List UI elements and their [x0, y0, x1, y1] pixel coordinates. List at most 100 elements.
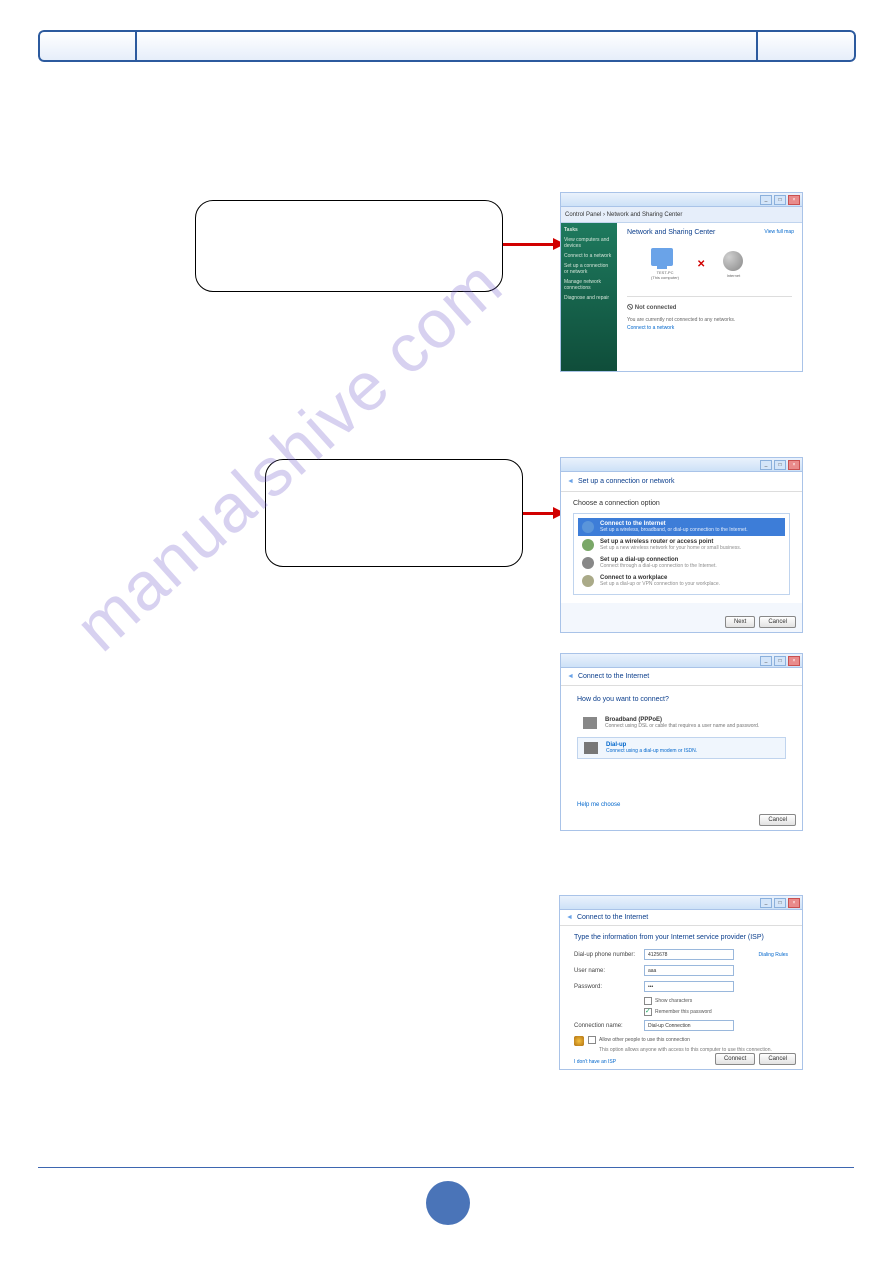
- close-button[interactable]: ×: [788, 460, 800, 470]
- input-password[interactable]: •••: [644, 981, 734, 992]
- maximize-button[interactable]: □: [774, 195, 786, 205]
- maximize-button[interactable]: □: [774, 656, 786, 666]
- option-desc: Set up a new wireless network for your h…: [600, 545, 741, 551]
- network-map: TEST-PC (This computer) ✕ Internet: [651, 248, 792, 280]
- close-button[interactable]: ×: [788, 195, 800, 205]
- back-icon[interactable]: ◄: [567, 478, 574, 485]
- view-full-map-link[interactable]: View full map: [764, 229, 794, 235]
- option-wireless-router[interactable]: Set up a wireless router or access point…: [578, 536, 785, 554]
- checkbox-remember[interactable]: [644, 1008, 652, 1016]
- phone-icon: [584, 742, 598, 754]
- wizard-title: Set up a connection or network: [578, 478, 675, 485]
- cancel-button[interactable]: Cancel: [759, 616, 796, 628]
- sidebar-link-setup-connection[interactable]: Set up a connection or network: [564, 263, 614, 275]
- option-dialup[interactable]: Dial-upConnect using a dial-up modem or …: [577, 737, 786, 759]
- checkbox-show-chars[interactable]: [644, 997, 652, 1005]
- titlebar: _ □ ×: [560, 896, 802, 910]
- input-conn-name[interactable]: Dial-up Connection: [644, 1020, 734, 1031]
- callout-bubble-1: [195, 200, 503, 292]
- page-number-badge: [426, 1181, 470, 1225]
- connect-network-link[interactable]: Connect to a network: [627, 325, 792, 331]
- minimize-button[interactable]: _: [760, 195, 772, 205]
- close-button[interactable]: ×: [788, 656, 800, 666]
- screenshot-network-sharing-center: _ □ × Control Panel › Network and Sharin…: [560, 192, 803, 372]
- option-desc: Set up a wireless, broadband, or dial-up…: [600, 527, 748, 533]
- titlebar: _ □ ×: [561, 458, 802, 472]
- header-middle: [135, 30, 756, 62]
- option-broadband[interactable]: Broadband (PPPoE)Connect using DSL or ca…: [577, 713, 786, 733]
- minimize-button[interactable]: _: [760, 656, 772, 666]
- footer-line: [38, 1167, 854, 1169]
- label-password: Password:: [574, 984, 644, 990]
- phone-icon: [582, 557, 594, 569]
- sidebar-link-view-computers[interactable]: View computers and devices: [564, 237, 614, 249]
- option-desc: Connect using a dial-up modem or ISDN.: [606, 748, 697, 754]
- not-connected-desc: You are currently not connected to any n…: [627, 317, 792, 323]
- minimize-button[interactable]: _: [760, 898, 772, 908]
- minimize-button[interactable]: _: [760, 460, 772, 470]
- manual-page: _ □ × Control Panel › Network and Sharin…: [0, 0, 893, 1263]
- callout-bubble-2: [265, 459, 523, 567]
- tasks-heading: Tasks: [564, 227, 614, 233]
- input-username[interactable]: aaa: [644, 965, 734, 976]
- shield-icon: [574, 1036, 584, 1046]
- not-connected-section: 🛇 Not connected You are currently not co…: [627, 296, 792, 331]
- connect-button[interactable]: Connect: [715, 1053, 755, 1065]
- arrow-2: [523, 512, 555, 515]
- option-dialup[interactable]: Set up a dial-up connectionConnect throu…: [578, 554, 785, 572]
- maximize-button[interactable]: □: [774, 898, 786, 908]
- header-bar: [38, 30, 856, 62]
- option-workplace[interactable]: Connect to a workplaceSet up a dial-up o…: [578, 572, 785, 590]
- internet-label: Internet: [723, 273, 743, 278]
- help-choose-link[interactable]: Help me choose: [577, 802, 620, 808]
- address-bar[interactable]: Control Panel › Network and Sharing Cent…: [561, 207, 802, 223]
- wizard-subtitle: Choose a connection option: [573, 500, 790, 507]
- cancel-button[interactable]: Cancel: [759, 814, 796, 826]
- arrow-1: [503, 243, 555, 246]
- input-phone[interactable]: 4125678: [644, 949, 734, 960]
- option-desc: Connect through a dial-up connection to …: [600, 563, 717, 569]
- wizard-body: Choose a connection option Connect to th…: [561, 492, 802, 603]
- screenshot-connect-how: _ □ × ◄ Connect to the Internet How do y…: [560, 653, 803, 831]
- main-panel: View full map Network and Sharing Center…: [617, 223, 802, 371]
- option-desc: Set up a dial-up or VPN connection to yo…: [600, 581, 720, 587]
- disconnected-icon: ✕: [697, 259, 705, 270]
- wizard-title: Connect to the Internet: [577, 914, 648, 921]
- header-right: [756, 30, 856, 62]
- dialing-rules-link[interactable]: Dialing Rules: [759, 952, 788, 958]
- label-remember: Remember this password: [655, 1009, 712, 1015]
- label-conn-name: Connection name:: [574, 1023, 644, 1029]
- screenshot-connect-form: _ □ × ◄ Connect to the Internet Type the…: [559, 895, 803, 1070]
- wizard-body: How do you want to connect? Broadband (P…: [561, 686, 802, 830]
- checkbox-allow-others[interactable]: [588, 1036, 596, 1044]
- option-connect-internet[interactable]: Connect to the InternetSet up a wireless…: [578, 518, 785, 536]
- pc-icon: [651, 248, 673, 266]
- sidebar-link-manage-connections[interactable]: Manage network connections: [564, 279, 614, 291]
- back-icon[interactable]: ◄: [567, 673, 574, 680]
- building-icon: [582, 575, 594, 587]
- titlebar: _ □ ×: [561, 654, 802, 668]
- globe-icon: [723, 251, 743, 271]
- wizard-body: Type the information from your Internet …: [560, 926, 802, 1069]
- close-button[interactable]: ×: [788, 898, 800, 908]
- pc-label: TEST-PC (This computer): [651, 270, 679, 280]
- titlebar: _ □ ×: [561, 193, 802, 207]
- label-show-chars: Show characters: [655, 998, 692, 1004]
- sidebar-link-diagnose-repair[interactable]: Diagnose and repair: [564, 295, 614, 301]
- sidebar-link-connect-network[interactable]: Connect to a network: [564, 253, 614, 259]
- label-phone: Dial-up phone number:: [574, 952, 644, 958]
- wizard-header: ◄ Connect to the Internet: [561, 668, 802, 686]
- next-button[interactable]: Next: [725, 616, 755, 628]
- breadcrumb: Control Panel › Network and Sharing Cent…: [565, 212, 682, 218]
- wizard-title: Connect to the Internet: [578, 673, 649, 680]
- label-allow-others: Allow other people to use this connectio…: [599, 1037, 690, 1043]
- wizard-header: ◄ Connect to the Internet: [560, 910, 802, 926]
- maximize-button[interactable]: □: [774, 460, 786, 470]
- back-icon[interactable]: ◄: [566, 914, 573, 921]
- label-username: User name:: [574, 968, 644, 974]
- screenshot-setup-connection: _ □ × ◄ Set up a connection or network C…: [560, 457, 803, 633]
- tasks-sidebar: Tasks View computers and devices Connect…: [561, 223, 617, 371]
- router-icon: [582, 539, 594, 551]
- cancel-button[interactable]: Cancel: [759, 1053, 796, 1065]
- header-left: [38, 30, 135, 62]
